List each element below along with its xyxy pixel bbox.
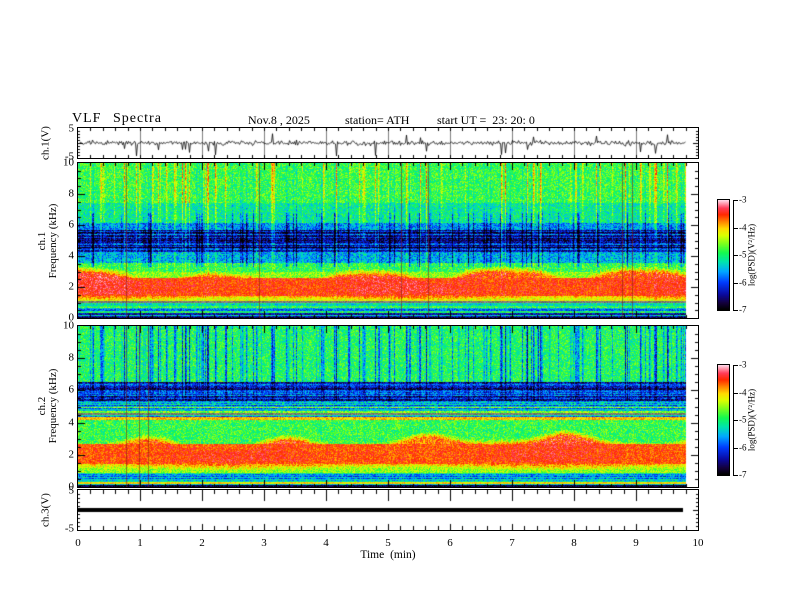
x-axis-label: Time (min)	[360, 549, 416, 561]
start-ut-label: start UT = 23: 20: 0	[437, 113, 535, 127]
ch1-frequency-axis-label: ch.1 Frequency (kHz)	[36, 203, 59, 279]
x-tick-label: 7	[509, 537, 515, 549]
ch1-voltage-canvas	[78, 128, 698, 158]
ch2-frequency-axis-label: ch.2 Frequency (kHz)	[36, 368, 59, 444]
colorbar-tick-label: -6	[739, 442, 747, 452]
colorbar-tick-mark	[733, 228, 738, 229]
colorbar-tick-mark	[733, 310, 738, 311]
x-tick-label: 3	[261, 537, 267, 549]
x-tick-label: 2	[199, 537, 205, 549]
ch2-frequency-tick-label: 10	[63, 319, 74, 332]
x-tick-label: 0	[75, 537, 81, 549]
vlf-spectra-figure: VLF Spectra Nov.8 , 2025 station= ATH st…	[0, 0, 792, 612]
ch2-spectrogram-canvas	[78, 326, 698, 487]
colorbar-ch2-canvas	[718, 365, 729, 475]
ch1-frequency-tick-label: 2	[68, 280, 75, 293]
station-label: station= ATH	[345, 113, 410, 127]
colorbar-ch1-label: log(PSD)(V²/Hz)	[746, 223, 757, 287]
colorbar-tick-label: -7	[739, 469, 747, 480]
ch1-spectrogram-panel	[77, 162, 699, 319]
colorbar-tick-label: -4	[739, 222, 747, 232]
colorbar-ch2	[717, 364, 730, 476]
colorbar-tick-mark	[733, 255, 738, 256]
colorbar-ch2-label: log(PSD)(V²/Hz)	[746, 388, 757, 452]
ch1-voltage-panel	[77, 127, 699, 159]
colorbar-ch1-canvas	[718, 200, 729, 310]
x-tick-label: 5	[385, 537, 391, 549]
colorbar-tick-mark	[733, 283, 738, 284]
ch2-frequency-tick-label: 2	[68, 448, 75, 461]
ch1-voltage-tick-label: 5	[68, 122, 75, 135]
x-tick-label: 6	[447, 537, 453, 549]
ch1-frequency-tick-label: 4	[68, 249, 75, 262]
x-tick-label: 8	[571, 537, 577, 549]
colorbar-tick-mark	[733, 200, 738, 201]
ch3-voltage-panel	[77, 489, 699, 531]
ch2-frequency-tick-label: 4	[68, 415, 75, 428]
colorbar-tick-label: -4	[739, 387, 747, 397]
colorbar-tick-mark	[733, 365, 738, 366]
ch1-frequency-tick-label: 6	[68, 218, 75, 231]
colorbar-tick-mark	[733, 448, 738, 449]
ch3-voltage-canvas	[78, 490, 698, 530]
ch3-voltage-tick-label: -5	[64, 522, 74, 535]
x-tick-label: 9	[633, 537, 639, 549]
colorbar-tick-mark	[733, 475, 738, 476]
ch1-frequency-tick-label: 8	[68, 187, 75, 200]
colorbar-tick-label: -5	[739, 414, 747, 425]
x-tick-label: 1	[137, 537, 143, 549]
ch1-spectrogram-canvas	[78, 163, 698, 318]
colorbar-tick-label: -3	[739, 194, 747, 205]
ch2-spectrogram-panel	[77, 325, 699, 488]
colorbar-tick-label: -6	[739, 277, 747, 287]
ch1-voltage-tick-label: -5	[64, 150, 74, 163]
ch2-frequency-tick-label: 6	[68, 383, 75, 396]
figure-title: VLF Spectra	[72, 111, 162, 126]
x-tick-label: 4	[323, 537, 329, 549]
colorbar-tick-mark	[733, 393, 738, 394]
date-label: Nov.8 , 2025	[248, 113, 310, 127]
colorbar-tick-mark	[733, 420, 738, 421]
ch3-voltage-tick-label: 5	[68, 484, 75, 497]
colorbar-tick-label: -7	[739, 304, 747, 315]
colorbar-tick-label: -5	[739, 249, 747, 260]
x-tick-label: 10	[692, 537, 704, 549]
colorbar-ch1	[717, 199, 730, 311]
ch1-voltage-axis-label: ch.1(V)	[39, 126, 52, 160]
ch3-voltage-axis-label: ch.3(V)	[39, 493, 52, 527]
ch2-frequency-tick-label: 8	[68, 351, 75, 364]
colorbar-tick-label: -3	[739, 359, 747, 370]
